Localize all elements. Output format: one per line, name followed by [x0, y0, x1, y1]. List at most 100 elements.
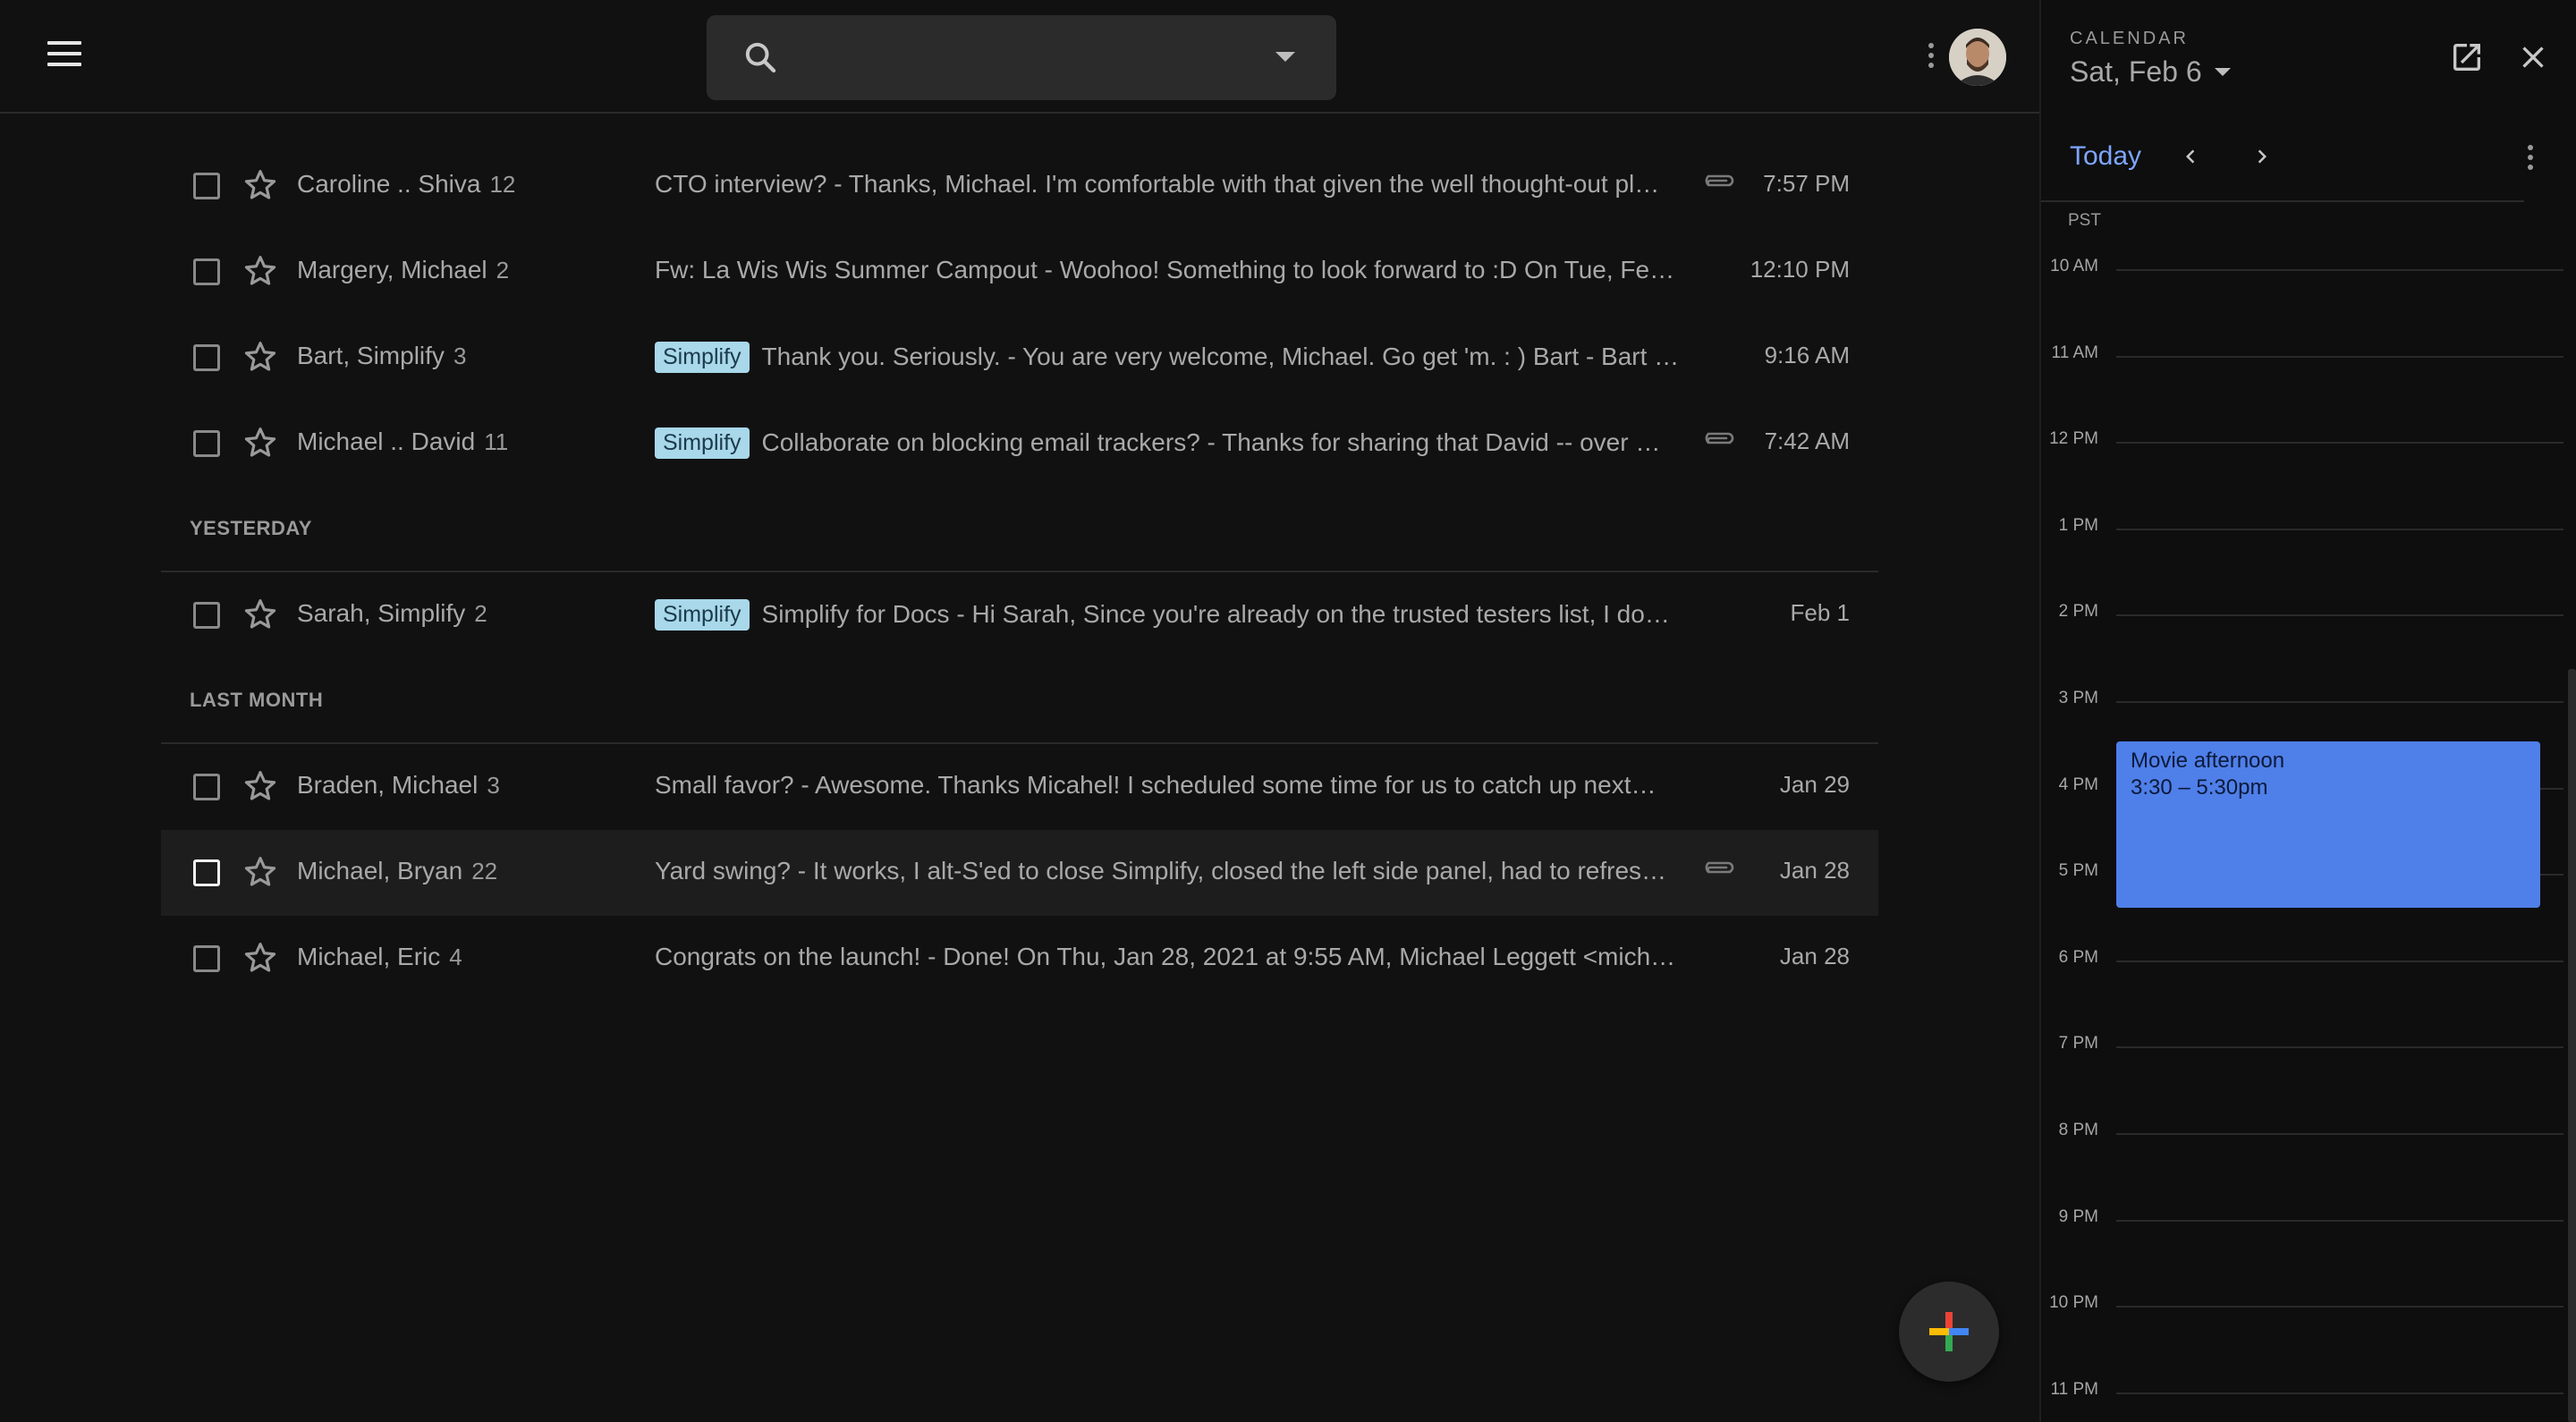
select-checkbox[interactable]: [193, 945, 220, 972]
hour-row[interactable]: 2 PM: [2041, 602, 2569, 621]
mail-row[interactable]: Michael, Eric 4 Congrats on the launch! - …: [161, 916, 1878, 1002]
mail-row[interactable]: Sarah, Simplify 2 Simplify Simplify for Doc…: [161, 572, 1878, 658]
star-outline-icon[interactable]: [242, 252, 279, 290]
plus-icon: [1929, 1312, 1969, 1351]
hour-row[interactable]: 8 PM: [2041, 1121, 2569, 1139]
hour-gridline: [2116, 1306, 2563, 1308]
hour-label: 11 PM: [2050, 1380, 2098, 1399]
mail-row[interactable]: Braden, Michael 3 Small favor? - Awesome. …: [161, 744, 1878, 830]
subject-snippet: Simplify Collaborate on blocking email tr…: [655, 427, 1683, 459]
star-outline-icon[interactable]: [242, 939, 279, 977]
select-checkbox[interactable]: [193, 344, 220, 371]
subject-text: CTO interview? - Thanks, Michael. I'm co…: [655, 170, 1660, 198]
sender-names: Sarah, Simplify: [297, 599, 466, 627]
hour-row[interactable]: 3 PM: [2041, 689, 2569, 707]
chevron-left-icon[interactable]: [2177, 143, 2204, 170]
hour-row[interactable]: 10 AM: [2041, 257, 2569, 275]
calendar-scrollbar[interactable]: [2568, 669, 2576, 1422]
main-menu-button[interactable]: [45, 41, 84, 73]
thread-count: 3: [453, 343, 467, 369]
hour-label: 12 PM: [2049, 429, 2098, 448]
search-options-caret-icon[interactable]: [1275, 52, 1295, 62]
calendar-caption: CALENDAR: [2070, 29, 2189, 48]
paperclip-icon: [1705, 861, 1734, 874]
hour-row[interactable]: 9 PM: [2041, 1207, 2569, 1226]
sender: Braden, Michael 3: [297, 771, 637, 800]
hour-gridline: [2116, 269, 2563, 271]
star-outline-icon[interactable]: [242, 424, 279, 461]
sender: Michael, Bryan 22: [297, 857, 637, 885]
select-checkbox[interactable]: [193, 173, 220, 199]
select-checkbox[interactable]: [193, 602, 220, 629]
calendar-more-icon[interactable]: [2525, 145, 2536, 177]
hour-label: 9 PM: [2058, 1207, 2098, 1226]
thread-count: 12: [489, 171, 516, 198]
hour-label: 7 PM: [2058, 1034, 2098, 1053]
label-chip[interactable]: Simplify: [655, 427, 750, 459]
select-checkbox[interactable]: [193, 774, 220, 800]
mail-list: Caroline .. Shiva 12 CTO interview? - Than…: [161, 143, 1878, 1002]
label-chip[interactable]: Simplify: [655, 342, 750, 373]
section-title: YESTERDAY: [190, 517, 312, 539]
star-outline-icon[interactable]: [242, 853, 279, 891]
date-picker-caret-icon[interactable]: [2215, 68, 2231, 76]
subject-text: Congrats on the launch! - Done! On Thu, …: [655, 943, 1676, 970]
hour-row[interactable]: 7 PM: [2041, 1034, 2569, 1053]
hour-gridline: [2116, 529, 2563, 530]
star-outline-icon[interactable]: [242, 767, 279, 805]
calendar-panel: CALENDAR Sat, Feb 6 Today PST 10 AM 11 AM…: [2039, 0, 2576, 1422]
subject-text: Simplify for Docs - Hi Sarah, Since you'…: [761, 600, 1670, 628]
hamburger-icon: [47, 41, 81, 45]
close-icon[interactable]: [2515, 39, 2551, 75]
search-input[interactable]: [796, 33, 1243, 82]
today-button[interactable]: Today: [2070, 141, 2141, 172]
hour-row[interactable]: 6 PM: [2041, 948, 2569, 967]
avatar[interactable]: [1949, 29, 2006, 86]
hour-row[interactable]: 10 PM: [2041, 1293, 2569, 1312]
avatar-photo: [1949, 29, 2006, 86]
chevron-right-icon[interactable]: [2249, 143, 2275, 170]
star-outline-icon[interactable]: [242, 596, 279, 633]
label-chip[interactable]: Simplify: [655, 599, 750, 631]
hour-gridline: [2116, 1220, 2563, 1222]
subject-snippet: Congrats on the launch! - Done! On Thu, …: [655, 943, 1683, 971]
mail-row[interactable]: Caroline .. Shiva 12 CTO interview? - Than…: [161, 143, 1878, 229]
subject-text: Fw: La Wis Wis Summer Campout - Woohoo! …: [655, 256, 1675, 284]
paperclip-icon: [1705, 174, 1734, 187]
subject-snippet: Simplify Simplify for Docs - Hi Sarah, Si…: [655, 599, 1683, 631]
select-checkbox[interactable]: [193, 258, 220, 285]
subject-snippet: Simplify Thank you. Seriously. - You are …: [655, 342, 1683, 373]
more-vert-icon[interactable]: [1926, 43, 1936, 75]
open-in-new-icon[interactable]: [2449, 39, 2485, 75]
hour-row[interactable]: 11 AM: [2041, 343, 2569, 362]
hour-label: 11 AM: [2051, 343, 2098, 362]
sender-names: Braden, Michael: [297, 771, 479, 799]
select-checkbox[interactable]: [193, 430, 220, 457]
select-checkbox[interactable]: [193, 859, 220, 886]
star-outline-icon[interactable]: [242, 166, 279, 204]
hour-row[interactable]: 1 PM: [2041, 516, 2569, 535]
section-header-yesterday: YESTERDAY: [161, 487, 1878, 572]
hour-gridline: [2116, 1046, 2563, 1048]
divider: [2041, 200, 2524, 202]
mail-row[interactable]: Michael, Bryan 22 Yard swing? - It works, …: [161, 830, 1878, 916]
calendar-event[interactable]: Movie afternoon 3:30 – 5:30pm: [2116, 741, 2540, 908]
sender-names: Michael, Eric: [297, 943, 441, 970]
search-bar[interactable]: [707, 15, 1336, 100]
event-time: 3:30 – 5:30pm: [2131, 775, 2268, 800]
hour-row[interactable]: 12 PM: [2041, 429, 2569, 448]
received-time: 12:10 PM: [1750, 256, 1850, 283]
mail-row[interactable]: Margery, Michael 2 Fw: La Wis Wis Summer C…: [161, 229, 1878, 315]
subject-snippet: CTO interview? - Thanks, Michael. I'm co…: [655, 170, 1683, 199]
sender: Bart, Simplify 3: [297, 342, 637, 370]
sender-names: Caroline .. Shiva: [297, 170, 481, 198]
compose-button[interactable]: [1899, 1282, 1999, 1382]
calendar-date[interactable]: Sat, Feb 6: [2070, 55, 2202, 89]
star-outline-icon[interactable]: [242, 338, 279, 376]
hour-gridline: [2116, 1392, 2563, 1394]
search-icon: [745, 42, 776, 73]
mail-row[interactable]: Bart, Simplify 3 Simplify Thank you. Seriou…: [161, 315, 1878, 401]
sender: Sarah, Simplify 2: [297, 599, 637, 628]
mail-row[interactable]: Michael .. David 11 Simplify Collaborate on…: [161, 401, 1878, 487]
hour-row[interactable]: 11 PM: [2041, 1380, 2569, 1399]
